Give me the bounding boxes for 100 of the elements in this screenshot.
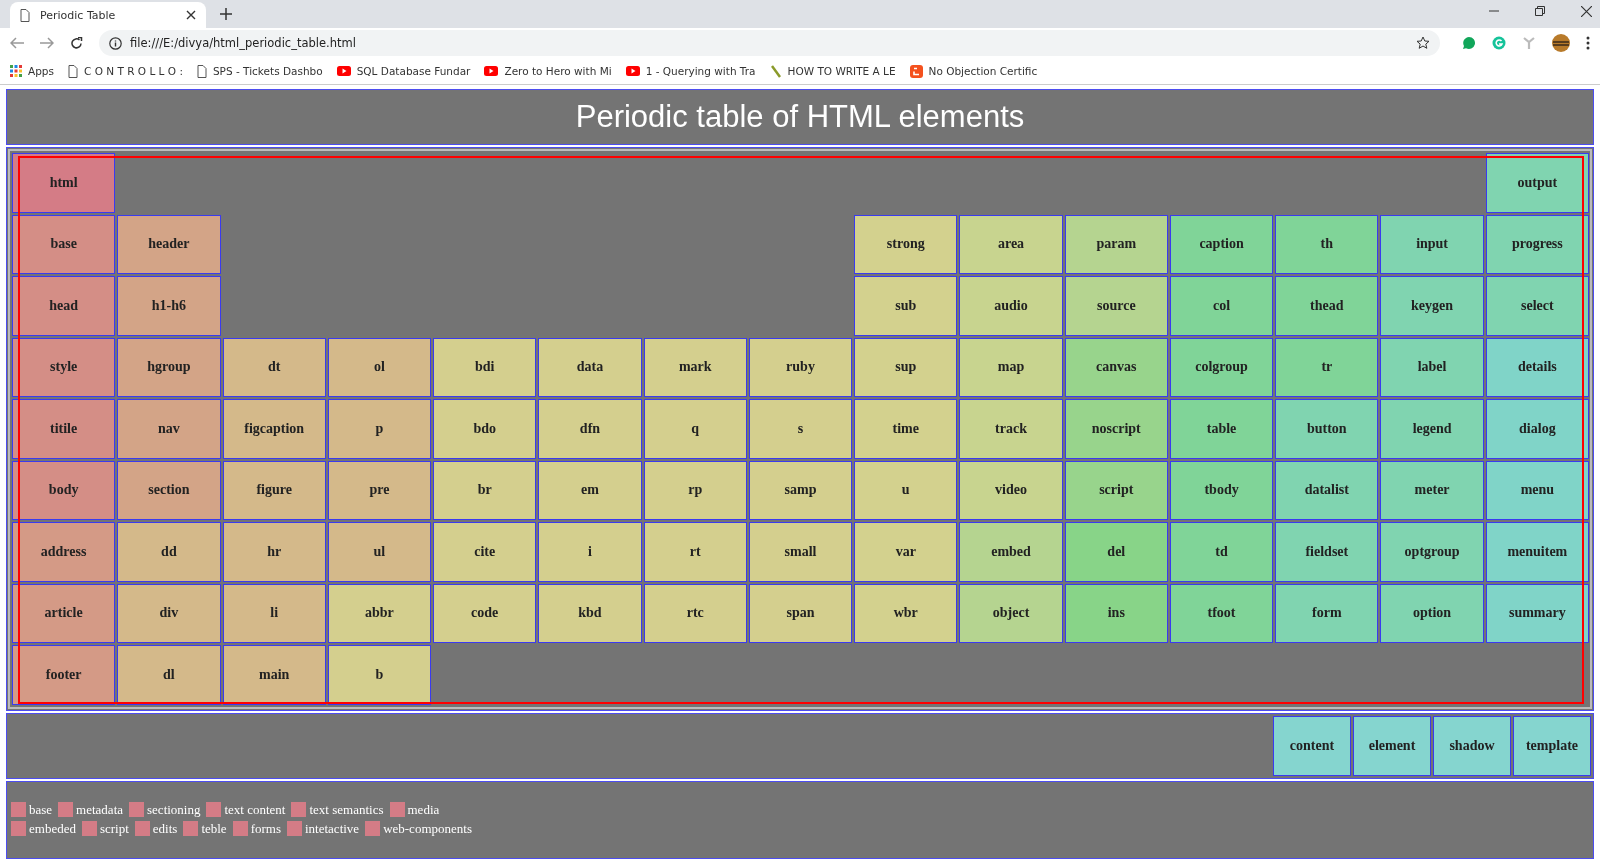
element-tile[interactable]: bdi: [433, 337, 537, 397]
element-tile[interactable]: element: [1353, 715, 1431, 776]
element-tile[interactable]: abbr: [327, 583, 432, 643]
element-tile[interactable]: figcaption: [222, 399, 326, 459]
element-tile[interactable]: html: [12, 153, 116, 213]
element-tile[interactable]: nav: [117, 399, 221, 459]
element-tile[interactable]: option: [1380, 583, 1484, 643]
element-tile[interactable]: span: [748, 583, 853, 643]
element-tile[interactable]: mark: [643, 337, 747, 397]
element-tile[interactable]: form: [1275, 583, 1379, 643]
element-tile[interactable]: hgroup: [117, 337, 221, 397]
element-tile[interactable]: cite: [433, 522, 537, 582]
back-icon[interactable]: [10, 37, 24, 49]
bookmark[interactable]: Zero to Hero with Mi: [484, 65, 612, 77]
element-tile[interactable]: br: [433, 460, 537, 520]
element-tile[interactable]: content: [1273, 715, 1351, 776]
element-tile[interactable]: article: [12, 583, 116, 643]
element-tile[interactable]: tbody: [1169, 460, 1274, 520]
element-tile[interactable]: wbr: [854, 583, 958, 643]
element-tile[interactable]: source: [1064, 276, 1168, 336]
element-tile[interactable]: base: [12, 214, 116, 274]
restore-icon[interactable]: [1535, 6, 1545, 16]
element-tile[interactable]: ul: [327, 522, 432, 582]
bookmark[interactable]: No Objection Certific: [909, 64, 1038, 78]
element-tile[interactable]: ruby: [748, 337, 853, 397]
element-tile[interactable]: dialog: [1485, 399, 1589, 459]
element-tile[interactable]: h1-h6: [117, 276, 221, 336]
element-tile[interactable]: i: [538, 522, 642, 582]
element-tile[interactable]: q: [643, 399, 747, 459]
element-tile[interactable]: bdo: [433, 399, 537, 459]
element-tile[interactable]: tfoot: [1169, 583, 1274, 643]
element-tile[interactable]: details: [1485, 337, 1589, 397]
element-tile[interactable]: colgroup: [1169, 337, 1274, 397]
element-tile[interactable]: hr: [222, 522, 326, 582]
reload-icon[interactable]: [70, 36, 83, 50]
element-tile[interactable]: ol: [327, 337, 432, 397]
bookmark[interactable]: C O N T R O L L O :: [68, 64, 183, 78]
element-tile[interactable]: track: [959, 399, 1063, 459]
element-tile[interactable]: menuitem: [1485, 522, 1589, 582]
bookmark[interactable]: SPS - Tickets Dashbo: [196, 64, 323, 78]
menu-icon[interactable]: [1586, 36, 1590, 50]
element-tile[interactable]: body: [12, 460, 116, 520]
element-tile[interactable]: li: [222, 583, 326, 643]
element-tile[interactable]: dd: [117, 522, 221, 582]
element-tile[interactable]: label: [1380, 337, 1484, 397]
element-tile[interactable]: progress: [1485, 214, 1589, 274]
element-tile[interactable]: samp: [748, 460, 853, 520]
element-tile[interactable]: b: [327, 645, 432, 705]
element-tile[interactable]: dt: [222, 337, 326, 397]
element-tile[interactable]: small: [748, 522, 853, 582]
element-tile[interactable]: s: [748, 399, 853, 459]
element-tile[interactable]: kbd: [538, 583, 642, 643]
element-tile[interactable]: canvas: [1064, 337, 1168, 397]
element-tile[interactable]: param: [1064, 214, 1168, 274]
forward-icon[interactable]: [40, 37, 54, 49]
element-tile[interactable]: dl: [117, 645, 221, 705]
element-tile[interactable]: map: [959, 337, 1063, 397]
element-tile[interactable]: table: [1169, 399, 1274, 459]
element-tile[interactable]: div: [117, 583, 221, 643]
element-tile[interactable]: rp: [643, 460, 747, 520]
element-tile[interactable]: style: [12, 337, 116, 397]
element-tile[interactable]: var: [854, 522, 958, 582]
element-tile[interactable]: keygen: [1380, 276, 1484, 336]
element-tile[interactable]: embed: [959, 522, 1063, 582]
element-tile[interactable]: optgroup: [1380, 522, 1484, 582]
element-tile[interactable]: button: [1275, 399, 1379, 459]
element-tile[interactable]: object: [959, 583, 1063, 643]
element-tile[interactable]: code: [433, 583, 537, 643]
element-tile[interactable]: titile: [12, 399, 116, 459]
element-tile[interactable]: input: [1380, 214, 1484, 274]
element-tile[interactable]: em: [538, 460, 642, 520]
element-tile[interactable]: data: [538, 337, 642, 397]
element-tile[interactable]: th: [1275, 214, 1379, 274]
element-tile[interactable]: pre: [327, 460, 432, 520]
element-tile[interactable]: sup: [854, 337, 958, 397]
element-tile[interactable]: caption: [1169, 214, 1274, 274]
element-tile[interactable]: thead: [1275, 276, 1379, 336]
element-tile[interactable]: noscript: [1064, 399, 1168, 459]
element-tile[interactable]: audio: [959, 276, 1063, 336]
close-icon[interactable]: [186, 10, 196, 20]
element-tile[interactable]: sub: [854, 276, 958, 336]
browser-tab[interactable]: Periodic Table: [10, 2, 206, 28]
bookmark[interactable]: 1 - Querying with Tra: [625, 65, 756, 77]
element-tile[interactable]: head: [12, 276, 116, 336]
star-icon[interactable]: [1416, 36, 1430, 50]
element-tile[interactable]: ins: [1064, 583, 1168, 643]
element-tile[interactable]: select: [1485, 276, 1589, 336]
chat-bubble-icon[interactable]: [1462, 36, 1476, 50]
element-tile[interactable]: template: [1513, 715, 1591, 776]
element-tile[interactable]: video: [959, 460, 1063, 520]
address-bar[interactable]: file:///E:/divya/html_periodic_table.html: [99, 30, 1440, 56]
bookmark[interactable]: Apps: [10, 65, 54, 77]
element-tile[interactable]: legend: [1380, 399, 1484, 459]
element-tile[interactable]: u: [854, 460, 958, 520]
element-tile[interactable]: strong: [854, 214, 958, 274]
avatar-icon[interactable]: [1552, 34, 1570, 52]
element-tile[interactable]: p: [327, 399, 432, 459]
element-tile[interactable]: output: [1485, 153, 1589, 213]
element-tile[interactable]: del: [1064, 522, 1168, 582]
element-tile[interactable]: summary: [1485, 583, 1589, 643]
